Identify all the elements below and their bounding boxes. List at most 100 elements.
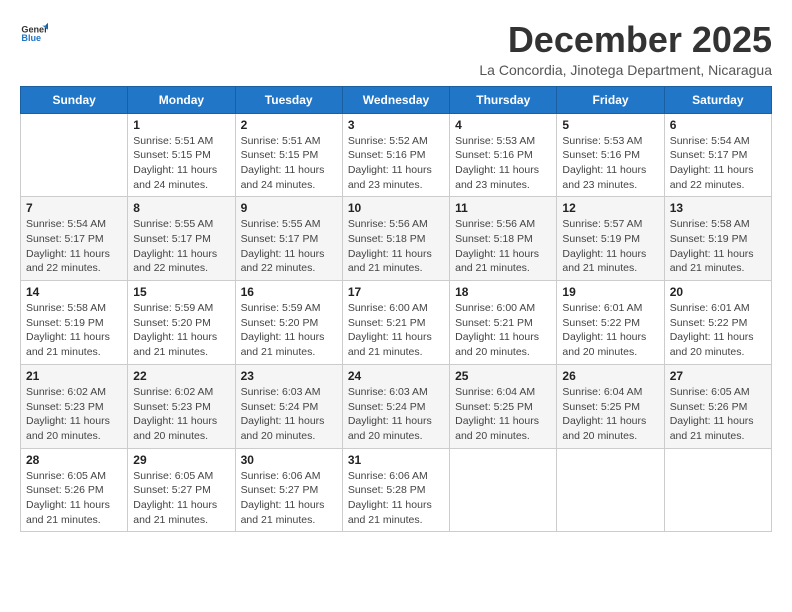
day-info: Sunrise: 6:02 AM Sunset: 5:23 PM Dayligh… xyxy=(26,385,122,444)
calendar-cell: 13 Sunrise: 5:58 AM Sunset: 5:19 PM Dayli… xyxy=(664,197,771,281)
calendar-cell: 15Sunrise: 5:59 AM Sunset: 5:20 PM Dayli… xyxy=(128,281,235,365)
day-info: Sunrise: 6:01 AM Sunset: 5:22 PM Dayligh… xyxy=(562,301,658,360)
day-number: 9 xyxy=(241,201,337,215)
logo: General Blue xyxy=(20,20,48,48)
day-number: 24 xyxy=(348,369,444,383)
calendar-cell: 4 Sunrise: 5:53 AM Sunset: 5:16 PM Daylig… xyxy=(450,113,557,197)
day-number: 21 xyxy=(26,369,122,383)
day-number: 22 xyxy=(133,369,229,383)
day-info: Sunrise: 5:55 AM Sunset: 5:17 PM Dayligh… xyxy=(133,217,229,276)
day-info: Sunrise: 6:00 AM Sunset: 5:21 PM Dayligh… xyxy=(348,301,444,360)
day-info: Sunrise: 5:52 AM Sunset: 5:16 PM Dayligh… xyxy=(348,134,444,193)
day-info: Sunrise: 5:56 AM Sunset: 5:18 PM Dayligh… xyxy=(348,217,444,276)
day-info: Sunrise: 5:58 AM Sunset: 5:19 PM Dayligh… xyxy=(670,217,766,276)
calendar-week-row: 21 Sunrise: 6:02 AM Sunset: 5:23 PM Dayli… xyxy=(21,364,772,448)
calendar-cell: 5 Sunrise: 5:53 AM Sunset: 5:16 PM Daylig… xyxy=(557,113,664,197)
day-info: Sunrise: 5:56 AM Sunset: 5:18 PM Dayligh… xyxy=(455,217,551,276)
day-number: 5 xyxy=(562,118,658,132)
day-info: Sunrise: 5:58 AM Sunset: 5:19 PM Dayligh… xyxy=(26,301,122,360)
day-info: Sunrise: 5:55 AM Sunset: 5:17 PM Dayligh… xyxy=(241,217,337,276)
page-header: General Blue December 2025 La Concordia,… xyxy=(20,20,772,78)
calendar-week-row: 28Sunrise: 6:05 AM Sunset: 5:26 PM Dayli… xyxy=(21,448,772,532)
day-number: 31 xyxy=(348,453,444,467)
day-info: Sunrise: 6:00 AM Sunset: 5:21 PM Dayligh… xyxy=(455,301,551,360)
calendar-cell xyxy=(21,113,128,197)
day-number: 25 xyxy=(455,369,551,383)
day-number: 12 xyxy=(562,201,658,215)
calendar-cell: 20 Sunrise: 6:01 AM Sunset: 5:22 PM Dayli… xyxy=(664,281,771,365)
calendar-cell: 30 Sunrise: 6:06 AM Sunset: 5:27 PM Dayli… xyxy=(235,448,342,532)
calendar-cell: 28Sunrise: 6:05 AM Sunset: 5:26 PM Dayli… xyxy=(21,448,128,532)
day-number: 19 xyxy=(562,285,658,299)
calendar-cell xyxy=(450,448,557,532)
day-number: 28 xyxy=(26,453,122,467)
day-number: 11 xyxy=(455,201,551,215)
day-info: Sunrise: 5:51 AM Sunset: 5:15 PM Dayligh… xyxy=(133,134,229,193)
day-info: Sunrise: 5:59 AM Sunset: 5:20 PM Dayligh… xyxy=(133,301,229,360)
day-number: 27 xyxy=(670,369,766,383)
calendar-week-row: 14 Sunrise: 5:58 AM Sunset: 5:19 PM Dayli… xyxy=(21,281,772,365)
day-number: 13 xyxy=(670,201,766,215)
day-info: Sunrise: 5:54 AM Sunset: 5:17 PM Dayligh… xyxy=(670,134,766,193)
day-number: 18 xyxy=(455,285,551,299)
month-title: December 2025 xyxy=(479,20,772,60)
location-subtitle: La Concordia, Jinotega Department, Nicar… xyxy=(479,62,772,78)
day-number: 16 xyxy=(241,285,337,299)
weekday-header-saturday: Saturday xyxy=(664,86,771,113)
weekday-header-sunday: Sunday xyxy=(21,86,128,113)
day-number: 3 xyxy=(348,118,444,132)
calendar-cell xyxy=(664,448,771,532)
calendar-cell: 31 Sunrise: 6:06 AM Sunset: 5:28 PM Dayli… xyxy=(342,448,449,532)
calendar-cell: 11 Sunrise: 5:56 AM Sunset: 5:18 PM Dayli… xyxy=(450,197,557,281)
day-number: 1 xyxy=(133,118,229,132)
calendar-cell: 24Sunrise: 6:03 AM Sunset: 5:24 PM Dayli… xyxy=(342,364,449,448)
day-info: Sunrise: 6:01 AM Sunset: 5:22 PM Dayligh… xyxy=(670,301,766,360)
day-info: Sunrise: 5:53 AM Sunset: 5:16 PM Dayligh… xyxy=(455,134,551,193)
calendar-cell: 7Sunrise: 5:54 AM Sunset: 5:17 PM Daylig… xyxy=(21,197,128,281)
calendar-cell: 1 Sunrise: 5:51 AM Sunset: 5:15 PM Daylig… xyxy=(128,113,235,197)
day-info: Sunrise: 5:51 AM Sunset: 5:15 PM Dayligh… xyxy=(241,134,337,193)
calendar-cell: 6 Sunrise: 5:54 AM Sunset: 5:17 PM Daylig… xyxy=(664,113,771,197)
day-number: 29 xyxy=(133,453,229,467)
day-number: 20 xyxy=(670,285,766,299)
day-number: 17 xyxy=(348,285,444,299)
day-number: 8 xyxy=(133,201,229,215)
calendar-cell: 29 Sunrise: 6:05 AM Sunset: 5:27 PM Dayli… xyxy=(128,448,235,532)
calendar-cell: 10 Sunrise: 5:56 AM Sunset: 5:18 PM Dayli… xyxy=(342,197,449,281)
day-info: Sunrise: 6:04 AM Sunset: 5:25 PM Dayligh… xyxy=(455,385,551,444)
calendar-cell: 25 Sunrise: 6:04 AM Sunset: 5:25 PM Dayli… xyxy=(450,364,557,448)
day-number: 14 xyxy=(26,285,122,299)
day-info: Sunrise: 6:05 AM Sunset: 5:27 PM Dayligh… xyxy=(133,469,229,528)
svg-text:Blue: Blue xyxy=(21,33,41,43)
day-number: 2 xyxy=(241,118,337,132)
weekday-header-friday: Friday xyxy=(557,86,664,113)
calendar-cell: 17 Sunrise: 6:00 AM Sunset: 5:21 PM Dayli… xyxy=(342,281,449,365)
logo-icon: General Blue xyxy=(20,20,48,48)
day-number: 10 xyxy=(348,201,444,215)
day-info: Sunrise: 6:03 AM Sunset: 5:24 PM Dayligh… xyxy=(241,385,337,444)
calendar-cell: 26Sunrise: 6:04 AM Sunset: 5:25 PM Dayli… xyxy=(557,364,664,448)
day-number: 30 xyxy=(241,453,337,467)
weekday-header-wednesday: Wednesday xyxy=(342,86,449,113)
day-number: 4 xyxy=(455,118,551,132)
calendar-cell: 22 Sunrise: 6:02 AM Sunset: 5:23 PM Dayli… xyxy=(128,364,235,448)
day-info: Sunrise: 6:02 AM Sunset: 5:23 PM Dayligh… xyxy=(133,385,229,444)
calendar-cell: 14 Sunrise: 5:58 AM Sunset: 5:19 PM Dayli… xyxy=(21,281,128,365)
day-info: Sunrise: 5:53 AM Sunset: 5:16 PM Dayligh… xyxy=(562,134,658,193)
day-info: Sunrise: 6:06 AM Sunset: 5:27 PM Dayligh… xyxy=(241,469,337,528)
day-info: Sunrise: 6:06 AM Sunset: 5:28 PM Dayligh… xyxy=(348,469,444,528)
day-number: 23 xyxy=(241,369,337,383)
calendar-cell: 18 Sunrise: 6:00 AM Sunset: 5:21 PM Dayli… xyxy=(450,281,557,365)
calendar-cell: 9 Sunrise: 5:55 AM Sunset: 5:17 PM Daylig… xyxy=(235,197,342,281)
day-number: 6 xyxy=(670,118,766,132)
calendar-table: SundayMondayTuesdayWednesdayThursdayFrid… xyxy=(20,86,772,533)
day-info: Sunrise: 5:54 AM Sunset: 5:17 PM Dayligh… xyxy=(26,217,122,276)
day-info: Sunrise: 5:59 AM Sunset: 5:20 PM Dayligh… xyxy=(241,301,337,360)
weekday-header-thursday: Thursday xyxy=(450,86,557,113)
day-info: Sunrise: 6:05 AM Sunset: 5:26 PM Dayligh… xyxy=(670,385,766,444)
title-area: December 2025 La Concordia, Jinotega Dep… xyxy=(479,20,772,78)
calendar-cell: 2 Sunrise: 5:51 AM Sunset: 5:15 PM Daylig… xyxy=(235,113,342,197)
calendar-week-row: 1 Sunrise: 5:51 AM Sunset: 5:15 PM Daylig… xyxy=(21,113,772,197)
weekday-header-row: SundayMondayTuesdayWednesdayThursdayFrid… xyxy=(21,86,772,113)
day-number: 26 xyxy=(562,369,658,383)
